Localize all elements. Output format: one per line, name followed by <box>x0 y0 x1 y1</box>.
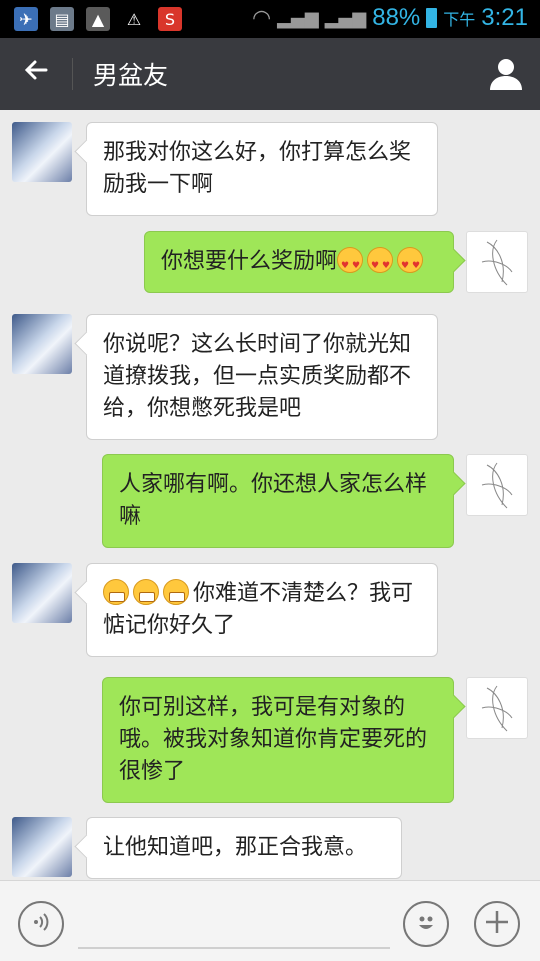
contact-avatar[interactable] <box>12 314 72 374</box>
message-bubble-received[interactable]: 你难道不清楚么？我可惦记你好久了 <box>86 563 438 657</box>
message-text: 那我对你这么好，你打算怎么奖励我一下啊 <box>103 140 412 197</box>
grimace-icon <box>133 579 159 605</box>
message-bubble-received[interactable]: 让他知道吧，那正合我意。 <box>86 817 402 879</box>
voice-button[interactable] <box>18 901 64 947</box>
grimace-icon <box>163 579 189 605</box>
profile-button[interactable] <box>486 54 526 94</box>
chat-title: 男盆友 <box>93 61 169 90</box>
plus-icon <box>483 908 511 940</box>
message-bubble-sent[interactable]: 你可别这样，我可是有对象的哦。被我对象知道你肯定要死的很惨了 <box>102 677 454 803</box>
contact-avatar[interactable] <box>12 563 72 623</box>
message-text: 让他知道吧，那正合我意。 <box>103 835 368 860</box>
more-button[interactable] <box>474 901 520 947</box>
message-bubble-sent[interactable]: 人家哪有啊。你还想人家怎么样嘛 <box>102 454 454 548</box>
heart-eyes-icon <box>397 247 424 282</box>
input-bar <box>0 880 540 961</box>
person-icon <box>486 59 526 98</box>
time-period: 下午 <box>443 10 476 29</box>
arrow-left-icon <box>22 56 50 92</box>
back-button[interactable] <box>14 54 58 94</box>
battery-icon <box>426 8 438 28</box>
contact-avatar[interactable] <box>12 817 72 877</box>
message-text: 你可别这样，我可是有对象的哦。被我对象知道你肯定要死的很惨了 <box>119 695 428 784</box>
message-bubble-received[interactable]: 你说呢？这么长时间了你就光知道撩拨我，但一点实质奖励都不给，你想憋死我是吧 <box>86 314 438 440</box>
heart-eyes-icon <box>367 247 394 282</box>
contact-avatar[interactable] <box>12 122 72 182</box>
warning-icon: ⚠ <box>126 9 142 29</box>
signal-x-icon: ▂▄▆ <box>277 7 319 29</box>
clock: 3:21 <box>481 4 528 31</box>
grimace-icon <box>103 579 129 605</box>
chat-header: 男盆友 <box>0 38 540 110</box>
sim-icon: ▤ <box>50 7 74 31</box>
message-bubble-received[interactable]: 那我对你这么好，你打算怎么奖励我一下啊 <box>86 122 438 216</box>
wifi-icon: ◠ <box>251 5 272 31</box>
message-text: 人家哪有啊。你还想人家怎么样嘛 <box>119 472 428 529</box>
battery-percent: 88% <box>372 4 421 31</box>
image-icon: ▲ <box>86 7 110 31</box>
emoji-button[interactable] <box>403 901 449 947</box>
message-bubble-sent[interactable]: 你想要什么奖励啊 <box>144 231 454 293</box>
message-input[interactable] <box>78 947 390 949</box>
my-avatar[interactable] <box>466 454 528 516</box>
message-text: 你想要什么奖励啊 <box>161 249 338 274</box>
heart-eyes-icon <box>337 247 364 282</box>
my-avatar[interactable] <box>466 677 528 739</box>
notification-bird-icon: ✈ <box>14 7 38 31</box>
sogou-icon: S <box>158 7 182 31</box>
notification-icons: ✈ ▤ ▲ ⚠ S <box>14 7 182 31</box>
my-avatar[interactable] <box>466 231 528 293</box>
status-bar: ✈ ▤ ▲ ⚠ S ◠ ▂▄▆ ▂▄▆ 88% 下午 3:21 <box>0 0 540 38</box>
header-divider <box>72 58 73 90</box>
system-status: ◠ ▂▄▆ ▂▄▆ 88% 下午 3:21 <box>252 4 528 32</box>
voice-icon <box>31 912 51 936</box>
smiley-icon <box>411 907 441 941</box>
message-text: 你说呢？这么长时间了你就光知道撩拨我，但一点实质奖励都不给，你想憋死我是吧 <box>103 332 412 421</box>
signal-icon: ▂▄▆ <box>324 7 367 29</box>
